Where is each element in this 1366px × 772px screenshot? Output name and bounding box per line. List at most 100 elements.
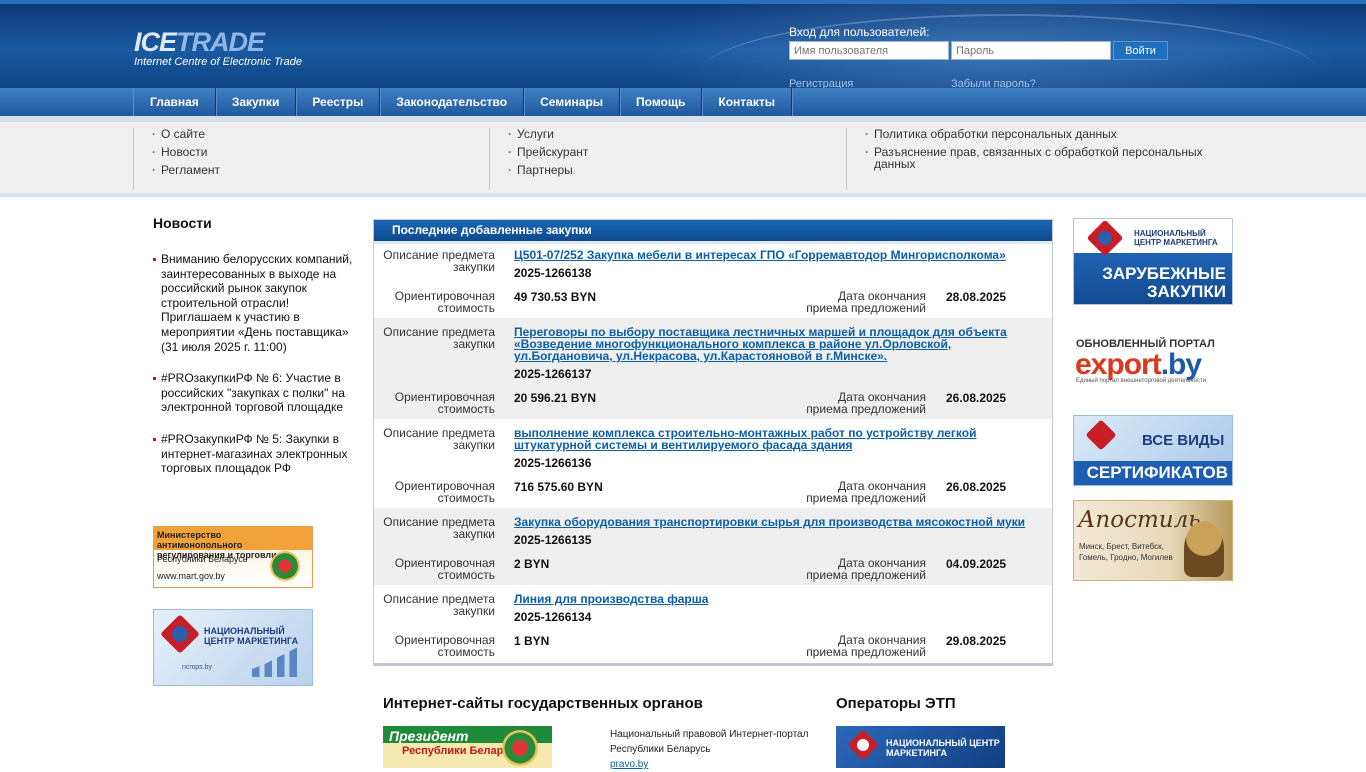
banner-cities: Минск, Брест, Витебск, Гомель, Гродно, М… xyxy=(1079,542,1173,562)
main-nav-list: Главная Закупки Реестры Законодательство… xyxy=(133,88,792,116)
submenu-column-3: Политика обработки персональных данных Р… xyxy=(846,128,1226,190)
procurement-number: 2025-1266135 xyxy=(514,533,592,547)
news-item[interactable]: #PROзакупкиРФ № 6: Участие в российских … xyxy=(153,371,358,415)
submenu-column-2: Услуги Прейскурант Партнеры xyxy=(489,128,846,190)
ncm-etp-banner[interactable]: НАЦИОНАЛЬНЫЙ ЦЕНТР МАРКЕТИНГА xyxy=(836,726,1005,768)
belarus-emblem-icon xyxy=(270,551,300,581)
belarus-emblem-icon xyxy=(502,730,538,766)
ncm-logo-icon xyxy=(847,729,879,761)
ncm-banner[interactable]: НАЦИОНАЛЬНЫЙ ЦЕНТР МАРКЕТИНГА ncmps.by xyxy=(153,609,313,686)
submenu-item-partners[interactable]: Партнеры xyxy=(508,164,846,176)
submenu-item-pricelist[interactable]: Прейскурант xyxy=(508,146,846,158)
main-nav: Главная Закупки Реестры Законодательство… xyxy=(0,88,1366,116)
etp-operators-title: Операторы ЭТП xyxy=(836,695,956,712)
export-by-banner[interactable]: ОБНОВЛЕННЫЙ ПОРТАЛ export.by Единый порт… xyxy=(1073,332,1233,394)
latest-procurements-panel: Последние добавленные закупки Описание п… xyxy=(373,219,1053,666)
procurement-item: Описание предмета закупки Закупка оборуд… xyxy=(374,508,1052,585)
procurement-subject-link[interactable]: Закупка оборудования транспортировки сыр… xyxy=(514,516,1034,528)
ncm-logo-icon xyxy=(1085,419,1117,451)
export-by-logo: export.by xyxy=(1075,348,1202,382)
logo-ice: ICE xyxy=(134,27,177,57)
submenu-item-regulations[interactable]: Регламент xyxy=(152,164,489,176)
password-input[interactable] xyxy=(951,41,1111,60)
login-label: Вход для пользователей: xyxy=(789,25,930,39)
submenu-item-privacy-rights[interactable]: Разъяснение прав, связанных с обработкой… xyxy=(865,146,1226,170)
logo-tagline: Internet Centre of Electronic Trade xyxy=(134,56,302,68)
procurement-deadline: 29.08.2025 xyxy=(946,634,1007,648)
mart-banner[interactable]: Министерство антимонопольного регулирова… xyxy=(153,526,313,588)
procurement-deadline: 28.08.2025 xyxy=(946,290,1007,304)
nav-item-registries[interactable]: Реестры xyxy=(296,88,381,116)
cost-label: Ориентировочная стоимость xyxy=(394,556,495,582)
deadline-label: Дата окончания приема предложений xyxy=(806,479,926,505)
nav-item-legislation[interactable]: Законодательство xyxy=(380,88,525,116)
news-item[interactable]: #PROзакупкиРФ № 5: Закупки в интернет-ма… xyxy=(153,432,358,476)
nav-item-home[interactable]: Главная xyxy=(134,88,216,116)
mart-banner-url: www.mart.gov.by xyxy=(157,571,225,581)
nav-item-procurements[interactable]: Закупки xyxy=(216,88,297,116)
login-form: Вход для пользователей: Войти Регистраци… xyxy=(789,25,1168,88)
foreign-procurements-banner[interactable]: НАЦИОНАЛЬНЫЙ ЦЕНТР МАРКЕТИНГА ЗАРУБЕЖНЫЕ… xyxy=(1073,218,1233,305)
deadline-label: Дата окончания приема предложений xyxy=(806,633,926,659)
register-link[interactable]: Регистрация xyxy=(789,78,853,88)
ncm-banner-url: ncmps.by xyxy=(182,664,212,671)
forgot-password-link[interactable]: Забыли пароль? xyxy=(951,78,1036,88)
certificates-banner[interactable]: ВСЕ ВИДЫ СЕРТИФИКАТОВ xyxy=(1073,415,1233,486)
procurement-item: Описание предмета закупки Линия для прои… xyxy=(374,585,1052,663)
procurement-subject-link[interactable]: выполнение комплекса строительно-монтажн… xyxy=(514,427,1034,451)
subject-label: Описание предмета закупки xyxy=(383,592,495,618)
submenu-column-1: О сайте Новости Регламент xyxy=(133,128,489,190)
nav-item-help[interactable]: Помощь xyxy=(620,88,703,116)
username-input[interactable] xyxy=(789,41,949,60)
nav-item-seminars[interactable]: Семинары xyxy=(524,88,621,116)
procurement-number: 2025-1266136 xyxy=(514,456,592,470)
subject-label: Описание предмета закупки xyxy=(383,248,495,274)
pravo-portal-link[interactable]: pravo.by xyxy=(610,759,648,770)
banner-sub-text: Единый портал внешнеторговой деятельност… xyxy=(1076,378,1207,384)
procurement-subject-link[interactable]: Ц501-07/252 Закупка мебели в интересах Г… xyxy=(514,249,1034,261)
procurement-cost: 716 575.60 BYN xyxy=(514,480,603,494)
site-logo[interactable]: ICETRADE Internet Centre of Electronic T… xyxy=(134,28,302,68)
deadline-label: Дата окончания приема предложений xyxy=(806,556,926,582)
logo-text: ICETRADE xyxy=(134,28,302,56)
login-row: Войти Регистрация Забыли пароль? xyxy=(789,41,1189,88)
chart-bars-icon xyxy=(252,645,302,677)
subject-label: Описание предмета закупки xyxy=(383,426,495,452)
login-button[interactable]: Войти xyxy=(1113,41,1168,60)
submenu-item-services[interactable]: Услуги xyxy=(508,128,846,140)
submenu-item-news[interactable]: Новости xyxy=(152,146,489,158)
banner-title: Апостиль xyxy=(1078,507,1201,533)
banner-bottom-text: СЕРТИФИКАТОВ xyxy=(1074,461,1232,485)
submenu-item-privacy-policy[interactable]: Политика обработки персональных данных xyxy=(865,128,1226,140)
ncm-logo-icon xyxy=(1086,219,1124,257)
wax-seal-icon xyxy=(1184,521,1224,577)
pravo-portal: Национальный правовой Интернет-портал Ре… xyxy=(610,727,810,772)
cost-label: Ориентировочная стоимость xyxy=(394,289,495,315)
gov-sites-title: Интернет-сайты государственных органов xyxy=(383,695,703,712)
cost-label: Ориентировочная стоимость xyxy=(394,633,495,659)
nav-item-contacts[interactable]: Контакты xyxy=(702,88,792,116)
news-title: Новости xyxy=(153,215,212,231)
procurement-cost: 20 596.21 BYN xyxy=(514,391,597,405)
procurement-number: 2025-1266138 xyxy=(514,266,592,280)
banner-top-text: ВСЕ ВИДЫ xyxy=(1142,432,1225,449)
procurement-subject-link[interactable]: Линия для производства фарша xyxy=(514,593,1034,605)
procurement-deadline: 26.08.2025 xyxy=(946,391,1007,405)
procurement-subject-link[interactable]: Переговоры по выбору поставщика лестничн… xyxy=(514,326,1034,362)
cost-label: Ориентировочная стоимость xyxy=(394,390,495,416)
cost-label: Ориентировочная стоимость xyxy=(394,479,495,505)
submenu-item-about[interactable]: О сайте xyxy=(152,128,489,140)
news-item[interactable]: Вниманию белорусских компаний, заинтерес… xyxy=(153,252,358,354)
procurement-deadline: 26.08.2025 xyxy=(946,480,1007,494)
president-banner[interactable]: Президент Республики Беларусь xyxy=(383,726,552,768)
procurement-deadline: 04.09.2025 xyxy=(946,557,1007,571)
ncm-logo-icon xyxy=(160,614,200,654)
deadline-label: Дата окончания приема предложений xyxy=(806,289,926,315)
banner-title: Президент xyxy=(389,728,469,744)
ncm-banner-title: НАЦИОНАЛЬНЫЙ ЦЕНТР МАРКЕТИНГА xyxy=(204,626,299,646)
apostille-banner[interactable]: Апостиль Минск, Брест, Витебск, Гомель, … xyxy=(1073,500,1233,581)
mart-banner-country: Республики Беларусь xyxy=(157,554,248,564)
procurement-item: Описание предмета закупки выполнение ком… xyxy=(374,419,1052,508)
procurement-cost: 49 730.53 BYN xyxy=(514,290,597,304)
procurement-number: 2025-1266134 xyxy=(514,610,592,624)
